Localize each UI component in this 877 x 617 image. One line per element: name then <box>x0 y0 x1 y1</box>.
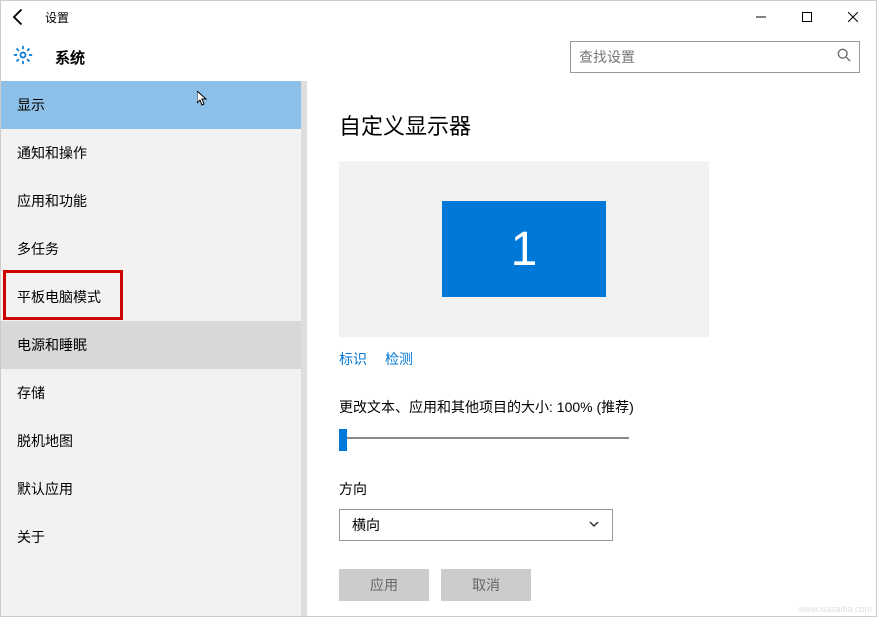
sidebar-item-display[interactable]: 显示 <box>1 81 307 129</box>
sidebar-item-power-sleep[interactable]: 电源和睡眠 <box>1 321 307 369</box>
sidebar-item-notifications[interactable]: 通知和操作 <box>1 129 307 177</box>
search-input[interactable] <box>579 49 851 65</box>
display-preview[interactable]: 1 <box>339 161 709 337</box>
identify-link[interactable]: 标识 <box>339 349 367 369</box>
minimize-button[interactable] <box>738 1 784 33</box>
category-title: 系统 <box>55 47 85 68</box>
sidebar-item-default-apps[interactable]: 默认应用 <box>1 465 307 513</box>
gear-icon <box>13 45 33 70</box>
sidebar-item-storage[interactable]: 存储 <box>1 369 307 417</box>
sidebar-item-about[interactable]: 关于 <box>1 513 307 561</box>
sidebar-item-tablet-mode[interactable]: 平板电脑模式 <box>1 273 307 321</box>
sidebar-item-apps[interactable]: 应用和功能 <box>1 177 307 225</box>
sidebar: 显示 通知和操作 应用和功能 多任务 平板电脑模式 电源和睡眠 存储 脱机地图 … <box>1 81 307 616</box>
slider-thumb[interactable] <box>339 429 347 451</box>
maximize-button[interactable] <box>784 1 830 33</box>
monitor-tile[interactable]: 1 <box>442 201 606 297</box>
search-box[interactable] <box>570 41 860 73</box>
orientation-dropdown[interactable]: 横向 <box>339 509 613 541</box>
header: 系统 <box>1 33 876 81</box>
page-heading: 自定义显示器 <box>339 109 844 141</box>
close-button[interactable] <box>830 1 876 33</box>
scale-slider[interactable] <box>339 427 629 451</box>
chevron-down-icon <box>588 517 600 533</box>
search-icon <box>837 48 851 67</box>
sidebar-item-multitasking[interactable]: 多任务 <box>1 225 307 273</box>
window-title: 设置 <box>45 9 69 26</box>
orientation-label: 方向 <box>339 479 844 499</box>
back-button[interactable] <box>9 7 29 27</box>
detect-link[interactable]: 检测 <box>385 349 413 369</box>
cancel-button[interactable]: 取消 <box>441 569 531 601</box>
title-bar: 设置 <box>1 1 876 33</box>
scale-label: 更改文本、应用和其他项目的大小: 100% (推荐) <box>339 397 844 417</box>
content-panel: 自定义显示器 1 标识 检测 更改文本、应用和其他项目的大小: 100% (推荐… <box>307 81 876 616</box>
sidebar-item-offline-maps[interactable]: 脱机地图 <box>1 417 307 465</box>
apply-button[interactable]: 应用 <box>339 569 429 601</box>
